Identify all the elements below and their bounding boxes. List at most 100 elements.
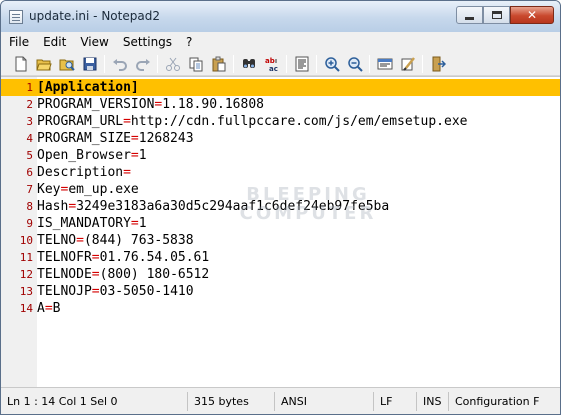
status-insert-mode[interactable]: INS — [417, 391, 449, 411]
close-button[interactable]: ✕ — [510, 6, 554, 24]
cut-button[interactable] — [161, 54, 184, 74]
replace-button[interactable]: ab ac — [260, 54, 283, 74]
line-number: 3 — [26, 115, 33, 128]
equals-sign: = — [44, 301, 53, 316]
zoom-in-button[interactable] — [320, 54, 343, 74]
line-number: 13 — [19, 285, 33, 298]
line-value: 1268243 — [138, 131, 194, 146]
open-button[interactable] — [32, 54, 55, 74]
code-line[interactable]: Hash=3249e3183a6a30d5c294aaf1c6def24eb97… — [37, 198, 560, 215]
find-button[interactable] — [237, 54, 260, 74]
menu-settings[interactable]: Settings — [123, 35, 172, 49]
copy-button[interactable] — [184, 54, 207, 74]
word-wrap-button[interactable] — [290, 54, 313, 74]
code-line[interactable]: PROGRAM_URL=http://cdn.fullpccare.com/js… — [37, 113, 560, 130]
line-key: PROGRAM_URL — [37, 114, 124, 129]
status-line-endings[interactable]: LF — [374, 391, 417, 411]
line-number: 5 — [26, 149, 33, 162]
browse-button[interactable] — [55, 54, 78, 74]
toolbar-separator — [233, 54, 234, 73]
code-line[interactable]: TELNOJP=03-5050-1410 — [37, 283, 560, 300]
equals-sign: = — [91, 267, 100, 282]
equals-sign: = — [130, 216, 139, 231]
cut-icon — [165, 57, 180, 71]
toolbar-separator — [369, 54, 370, 73]
new-button[interactable] — [9, 54, 32, 74]
line-number: 2 — [26, 98, 33, 111]
line-number: 9 — [26, 217, 33, 230]
toolbar-separator — [286, 54, 287, 73]
line-key: Hash — [37, 199, 69, 214]
equals-sign: = — [123, 165, 131, 180]
line-key: TELNODE — [37, 267, 92, 282]
menu-edit[interactable]: Edit — [43, 35, 66, 49]
window-controls: ✕ — [456, 6, 554, 24]
line-value: 1 — [138, 216, 147, 231]
paste-icon — [212, 56, 225, 71]
text-editor[interactable]: 1 2 3 4 5 6 7 8 9 10 11 12 13 14 [Applic… — [1, 76, 560, 388]
line-key: Key — [37, 182, 61, 197]
equals-sign: = — [130, 131, 139, 146]
code-line[interactable]: TELNOFR=01.76.54.05.61 — [37, 249, 560, 266]
code-line[interactable]: TELNODE=(800) 180-6512 — [37, 266, 560, 283]
line-number: 12 — [19, 268, 33, 281]
code-area[interactable]: [Application] PROGRAM_VERSION=1.18.90.16… — [37, 77, 560, 388]
menu-view[interactable]: View — [80, 35, 108, 49]
line-number: 10 — [19, 234, 33, 247]
code-line[interactable]: PROGRAM_SIZE=1268243 — [37, 130, 560, 147]
save-icon — [83, 57, 96, 70]
paste-button[interactable] — [207, 54, 230, 74]
line-value: http://cdn.fullpccare.com/js/em/emsetup.… — [130, 114, 468, 129]
browse-icon — [59, 59, 75, 71]
title-bar[interactable]: update.ini - Notepad2 ✕ — [1, 1, 560, 32]
line-number: 4 — [26, 132, 33, 145]
status-scheme[interactable]: Configuration F — [449, 392, 560, 411]
open-icon — [35, 59, 52, 70]
word-wrap-icon — [295, 56, 308, 71]
status-position: Ln 1 : 14 Col 1 Sel 0 — [1, 391, 188, 411]
menu-help[interactable]: ? — [186, 35, 192, 49]
equals-sign: = — [130, 148, 139, 163]
close-icon: ✕ — [526, 8, 538, 22]
zoom-out-button[interactable] — [343, 54, 366, 74]
line-number: 14 — [19, 302, 33, 315]
line-key: A — [37, 301, 45, 316]
svg-text:ac: ac — [269, 65, 278, 72]
code-line[interactable]: A=B — [37, 300, 560, 317]
notepad-icon[interactable] — [9, 10, 23, 24]
line-key: PROGRAM_VERSION — [37, 97, 155, 112]
undo-button[interactable] — [108, 54, 131, 74]
line-key: IS_MANDATORY — [37, 216, 131, 231]
toolbar-separator — [316, 54, 317, 73]
status-encoding[interactable]: ANSI — [275, 391, 374, 411]
status-bar: Ln 1 : 14 Col 1 Sel 0 315 bytes ANSI LF … — [1, 387, 560, 414]
code-line[interactable]: Description= — [37, 164, 560, 181]
code-line[interactable]: TELNO=(844) 763-5838 — [37, 232, 560, 249]
svg-text:ab: ab — [265, 57, 275, 65]
exit-button[interactable] — [426, 54, 449, 74]
redo-button[interactable] — [131, 54, 154, 74]
menu-file[interactable]: File — [9, 35, 29, 49]
save-button[interactable] — [78, 54, 101, 74]
line-value: (800) 180-6512 — [99, 267, 210, 282]
exit-icon — [432, 56, 446, 71]
code-line[interactable]: Open_Browser=1 — [37, 147, 560, 164]
minimize-button[interactable] — [456, 6, 483, 24]
menu-bar: File Edit View Settings ? — [1, 32, 560, 52]
maximize-button[interactable] — [483, 6, 510, 24]
line-value: 3249e3183a6a30d5c294aaf1c6def24eb97fe5ba — [76, 199, 390, 214]
customize-button[interactable] — [396, 54, 419, 74]
replace-icon: abac — [265, 57, 278, 72]
line-number: 8 — [26, 200, 33, 213]
code-line[interactable]: IS_MANDATORY=1 — [37, 215, 560, 232]
undo-icon — [112, 58, 127, 71]
code-line[interactable]: PROGRAM_VERSION=1.18.90.16808 — [37, 96, 560, 113]
status-file-size: 315 bytes — [188, 391, 275, 411]
code-line[interactable]: Key=em_up.exe — [37, 181, 560, 198]
equals-sign: = — [91, 250, 100, 265]
schemes-button[interactable] — [373, 54, 396, 74]
maximize-icon — [491, 11, 502, 19]
line-number: 7 — [26, 183, 33, 196]
code-line[interactable]: [Application] — [37, 79, 560, 96]
line-number: 11 — [19, 251, 33, 264]
